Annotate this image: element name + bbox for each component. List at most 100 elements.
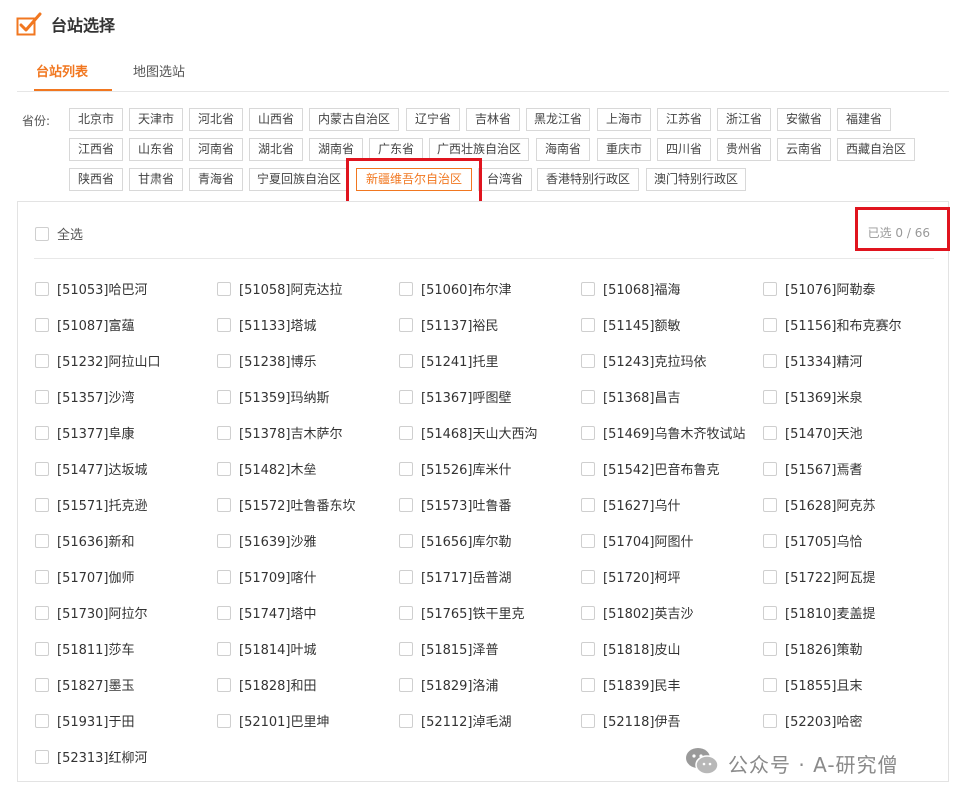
province-button[interactable]: 湖北省 <box>249 138 303 161</box>
station-checkbox-item[interactable]: [51526]库米什 <box>399 459 512 478</box>
station-checkbox-item[interactable]: [51818]皮山 <box>581 639 681 658</box>
station-checkbox-item[interactable]: [51705]乌恰 <box>763 531 863 550</box>
station-checkbox-item[interactable]: [51243]克拉玛依 <box>581 351 707 370</box>
province-button[interactable]: 重庆市 <box>597 138 651 161</box>
station-checkbox-item[interactable]: [51377]阜康 <box>35 423 135 442</box>
province-button[interactable]: 甘肃省 <box>129 168 183 191</box>
station-checkbox-item[interactable]: [51367]呼图壁 <box>399 387 512 406</box>
station-checkbox-item[interactable]: [51765]铁干里克 <box>399 603 525 622</box>
province-button[interactable]: 贵州省 <box>717 138 771 161</box>
station-checkbox-item[interactable]: [51839]民丰 <box>581 675 681 694</box>
station-checkbox-item[interactable]: [51542]巴音布鲁克 <box>581 459 720 478</box>
station-checkbox-item[interactable]: [51572]吐鲁番东坎 <box>217 495 356 514</box>
station-checkbox-item[interactable]: [51058]阿克达拉 <box>217 279 343 298</box>
station-checkbox-item[interactable]: [51571]托克逊 <box>35 495 148 514</box>
station-checkbox-item[interactable]: [51133]塔城 <box>217 315 317 334</box>
station-checkbox-item[interactable]: [52203]哈密 <box>763 711 863 730</box>
province-button[interactable]: 云南省 <box>777 138 831 161</box>
province-button[interactable]: 上海市 <box>597 108 651 131</box>
station-checkbox-item[interactable]: [51720]柯坪 <box>581 567 681 586</box>
province-button[interactable]: 宁夏回族自治区 <box>249 168 349 191</box>
station-checkbox-item[interactable]: [52313]红柳河 <box>35 747 148 766</box>
province-button[interactable]: 西藏自治区 <box>837 138 915 161</box>
station-checkbox-item[interactable]: [51810]麦盖提 <box>763 603 876 622</box>
station-checkbox-item[interactable]: [51931]于田 <box>35 711 135 730</box>
station-checkbox-item[interactable]: [51828]和田 <box>217 675 317 694</box>
station-checkbox-item[interactable]: [51156]和布克赛尔 <box>763 315 902 334</box>
station-checkbox-item[interactable]: [51573]吐鲁番 <box>399 495 512 514</box>
station-checkbox-item[interactable]: [51378]吉木萨尔 <box>217 423 343 442</box>
station-checkbox-item[interactable]: [51826]策勒 <box>763 639 863 658</box>
station-checkbox-item[interactable]: [51567]焉耆 <box>763 459 863 478</box>
station-checkbox-item[interactable]: [51855]且末 <box>763 675 863 694</box>
station-checkbox-item[interactable]: [51829]洛浦 <box>399 675 499 694</box>
province-button[interactable]: 江苏省 <box>657 108 711 131</box>
province-button[interactable]: 台湾省 <box>478 168 532 191</box>
station-checkbox-item[interactable]: [51357]沙湾 <box>35 387 135 406</box>
station-checkbox-item[interactable]: [51238]博乐 <box>217 351 317 370</box>
station-checkbox-item[interactable]: [52112]淖毛湖 <box>399 711 512 730</box>
station-checkbox-item[interactable]: [51060]布尔津 <box>399 279 512 298</box>
province-button[interactable]: 吉林省 <box>466 108 520 131</box>
tab-map-select[interactable]: 地图选站 <box>133 61 185 80</box>
station-checkbox-item[interactable]: [51627]乌什 <box>581 495 681 514</box>
province-button[interactable]: 山西省 <box>249 108 303 131</box>
station-checkbox-item[interactable]: [51076]阿勒泰 <box>763 279 876 298</box>
station-checkbox-item[interactable]: [51802]英吉沙 <box>581 603 694 622</box>
province-button[interactable]: 澳门特别行政区 <box>646 168 746 191</box>
station-label: [51232]阿拉山口 <box>57 355 161 370</box>
select-all-checkbox[interactable]: 全选 <box>35 224 83 243</box>
station-checkbox-item[interactable]: [51232]阿拉山口 <box>35 351 161 370</box>
province-button[interactable]: 河南省 <box>189 138 243 161</box>
province-button[interactable]: 山东省 <box>129 138 183 161</box>
station-checkbox-item[interactable]: [51087]富蕴 <box>35 315 135 334</box>
province-button[interactable]: 辽宁省 <box>406 108 460 131</box>
station-checkbox-item[interactable]: [51656]库尔勒 <box>399 531 512 550</box>
station-checkbox-item[interactable]: [51470]天池 <box>763 423 863 442</box>
province-button[interactable]: 四川省 <box>657 138 711 161</box>
province-button[interactable]: 浙江省 <box>717 108 771 131</box>
station-checkbox-item[interactable]: [51068]福海 <box>581 279 681 298</box>
province-button[interactable]: 青海省 <box>189 168 243 191</box>
station-checkbox-item[interactable]: [51334]精河 <box>763 351 863 370</box>
station-checkbox-item[interactable]: [51639]沙雅 <box>217 531 317 550</box>
station-checkbox-item[interactable]: [51636]新和 <box>35 531 135 550</box>
province-button[interactable]: 香港特别行政区 <box>537 168 639 191</box>
province-button[interactable]: 福建省 <box>837 108 891 131</box>
station-checkbox-item[interactable]: [51717]岳普湖 <box>399 567 512 586</box>
station-checkbox-item[interactable]: [51704]阿图什 <box>581 531 694 550</box>
station-checkbox-item[interactable]: [51137]裕民 <box>399 315 499 334</box>
province-button[interactable]: 安徽省 <box>777 108 831 131</box>
station-checkbox-item[interactable]: [51145]额敏 <box>581 315 681 334</box>
station-checkbox-item[interactable]: [51469]乌鲁木齐牧试站 <box>581 423 746 442</box>
station-checkbox-item[interactable]: [51722]阿瓦提 <box>763 567 876 586</box>
station-checkbox-item[interactable]: [51815]泽普 <box>399 639 499 658</box>
province-button[interactable]: 天津市 <box>129 108 183 131</box>
station-checkbox-item[interactable]: [51730]阿拉尔 <box>35 603 148 622</box>
station-checkbox-item[interactable]: [51814]叶城 <box>217 639 317 658</box>
station-checkbox-item[interactable]: [51359]玛纳斯 <box>217 387 330 406</box>
station-checkbox-item[interactable]: [51827]墨玉 <box>35 675 135 694</box>
station-checkbox-item[interactable]: [51709]喀什 <box>217 567 317 586</box>
province-button[interactable]: 海南省 <box>536 138 590 161</box>
station-checkbox-item[interactable]: [52118]伊吾 <box>581 711 681 730</box>
station-checkbox-item[interactable]: [51241]托里 <box>399 351 499 370</box>
station-checkbox-item[interactable]: [51369]米泉 <box>763 387 863 406</box>
province-button[interactable]: 黑龙江省 <box>526 108 590 131</box>
station-checkbox-item[interactable]: [51628]阿克苏 <box>763 495 876 514</box>
tab-station-list[interactable]: 台站列表 <box>36 61 88 80</box>
province-button[interactable]: 河北省 <box>189 108 243 131</box>
station-checkbox-item[interactable]: [51482]木垒 <box>217 459 317 478</box>
station-checkbox-item[interactable]: [51477]达坂城 <box>35 459 148 478</box>
station-checkbox-item[interactable]: [52101]巴里坤 <box>217 711 330 730</box>
station-checkbox-item[interactable]: [51368]昌吉 <box>581 387 681 406</box>
province-button[interactable]: 北京市 <box>69 108 123 131</box>
station-checkbox-item[interactable]: [51707]伽师 <box>35 567 135 586</box>
province-button[interactable]: 江西省 <box>69 138 123 161</box>
station-checkbox-item[interactable]: [51747]塔中 <box>217 603 317 622</box>
province-button[interactable]: 内蒙古自治区 <box>309 108 399 131</box>
station-checkbox-item[interactable]: [51053]哈巴河 <box>35 279 148 298</box>
province-button[interactable]: 陕西省 <box>69 168 123 191</box>
station-checkbox-item[interactable]: [51468]天山大西沟 <box>399 423 538 442</box>
station-checkbox-item[interactable]: [51811]莎车 <box>35 639 135 658</box>
